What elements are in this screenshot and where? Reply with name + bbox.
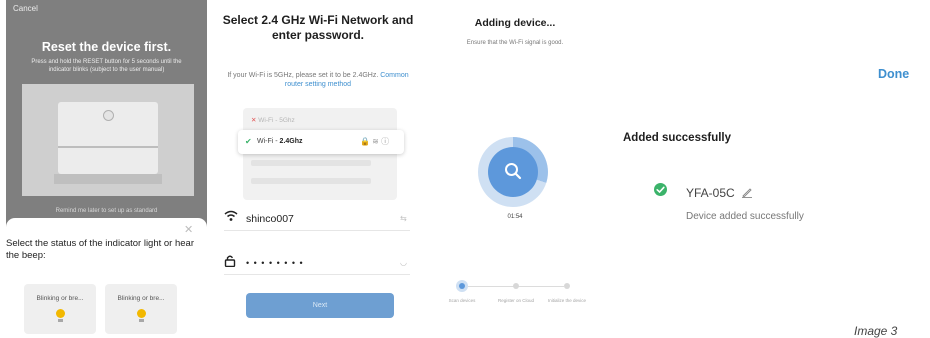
router-base	[54, 174, 162, 184]
device-name: YFA-05C	[686, 186, 735, 200]
search-icon	[505, 163, 522, 180]
image-caption: Image 3	[854, 324, 898, 338]
step-2-dot	[513, 283, 519, 289]
edit-pencil-icon[interactable]	[741, 186, 753, 198]
checkmark-icon: ✔	[245, 137, 252, 146]
wifi-title: Select 2.4 GHz Wi-Fi Network and enter p…	[222, 13, 414, 42]
step-connector	[518, 286, 564, 287]
scan-indicator	[488, 147, 538, 197]
reset-device-screen: Cancel Reset the device first. Press and…	[6, 0, 207, 337]
eye-icon[interactable]: ◡	[400, 258, 407, 267]
unavailable-x-icon: ✕	[251, 117, 257, 124]
lock-icon	[224, 254, 236, 270]
indicator-question: Select the status of the indicator light…	[6, 238, 194, 261]
network-name: Wi-Fi - 5Ghz	[258, 117, 295, 124]
cancel-button[interactable]: Cancel	[13, 4, 38, 13]
option-label: Blinking or bre...	[36, 295, 84, 302]
router-image	[22, 84, 194, 196]
next-button[interactable]: Next	[246, 293, 394, 318]
wifi-24ghz-item[interactable]: ✔ Wi-Fi - 2.4Ghz 🔒 ≋ ⓘ	[238, 130, 404, 154]
wifi-instructions-text: If your Wi-Fi is 5GHz, please set it to …	[227, 72, 379, 79]
reset-title: Reset the device first.	[41, 40, 172, 54]
adding-title: Adding device...	[474, 17, 556, 29]
success-heading: Added successfully	[623, 132, 732, 144]
indicator-led-icon	[103, 110, 114, 121]
bulb-base	[139, 319, 144, 322]
wifi-setup-screen: Select 2.4 GHz Wi-Fi Network and enter p…	[218, 0, 418, 337]
wifi-password-field[interactable]: • • • • • • • • ◡	[224, 252, 410, 275]
network-prefix: Wi-Fi -	[257, 138, 280, 145]
step-label: Initialize the device	[547, 298, 587, 303]
indicator-option-1[interactable]: Blinking or bre...	[24, 284, 96, 334]
step-3-dot	[564, 283, 570, 289]
option-label: Blinking or bre...	[117, 295, 165, 302]
step-label: Register on Cloud	[497, 298, 535, 303]
bulb-icon	[56, 309, 65, 318]
wifi-signal-icon: 🔒 ≋ ⓘ	[360, 137, 390, 146]
wifi-icon	[224, 210, 238, 225]
step-label: Scan devices	[448, 298, 476, 303]
wifi-network-list: ✕ Wi-Fi - 5Ghz	[243, 108, 397, 200]
remind-later-link[interactable]: Remind me later to set up as standard	[6, 208, 207, 214]
device-added-screen: Done Added successfully YFA-05C Device a…	[610, 0, 930, 337]
step-1-dot	[459, 283, 465, 289]
bulb-icon	[137, 309, 146, 318]
adding-subtitle: Ensure that the Wi-Fi signal is good.	[466, 40, 564, 46]
device-status: Device added successfully	[686, 211, 804, 222]
close-icon[interactable]: ✕	[184, 223, 193, 236]
success-check-icon	[654, 183, 667, 196]
done-button[interactable]: Done	[878, 67, 909, 81]
step-connector	[468, 286, 514, 287]
placeholder-row	[251, 160, 371, 166]
wifi-password-value: • • • • • • • •	[246, 258, 304, 268]
placeholder-row	[251, 178, 371, 184]
adding-device-screen: Adding device... Ensure that the Wi-Fi s…	[428, 0, 602, 337]
network-band: 2.4Ghz	[279, 138, 303, 145]
switch-network-icon[interactable]: ⇆	[400, 214, 407, 223]
indicator-status-sheet: ✕ Select the status of the indicator lig…	[6, 218, 207, 337]
countdown-timer: 01:54	[507, 214, 523, 220]
wifi-name-value: shinco007	[246, 213, 294, 225]
wifi-name-field[interactable]: shinco007 ⇆	[224, 208, 410, 231]
wifi-instructions: If your Wi-Fi is 5GHz, please set it to …	[222, 71, 414, 89]
indicator-option-2[interactable]: Blinking or bre...	[105, 284, 177, 334]
wifi-5ghz-item: ✕ Wi-Fi - 5Ghz	[251, 116, 391, 124]
network-name: Wi-Fi - 2.4Ghz	[257, 138, 303, 145]
reset-description: Press and hold the RESET button for 5 se…	[31, 59, 182, 73]
router-seam	[58, 146, 158, 148]
bulb-base	[58, 319, 63, 322]
